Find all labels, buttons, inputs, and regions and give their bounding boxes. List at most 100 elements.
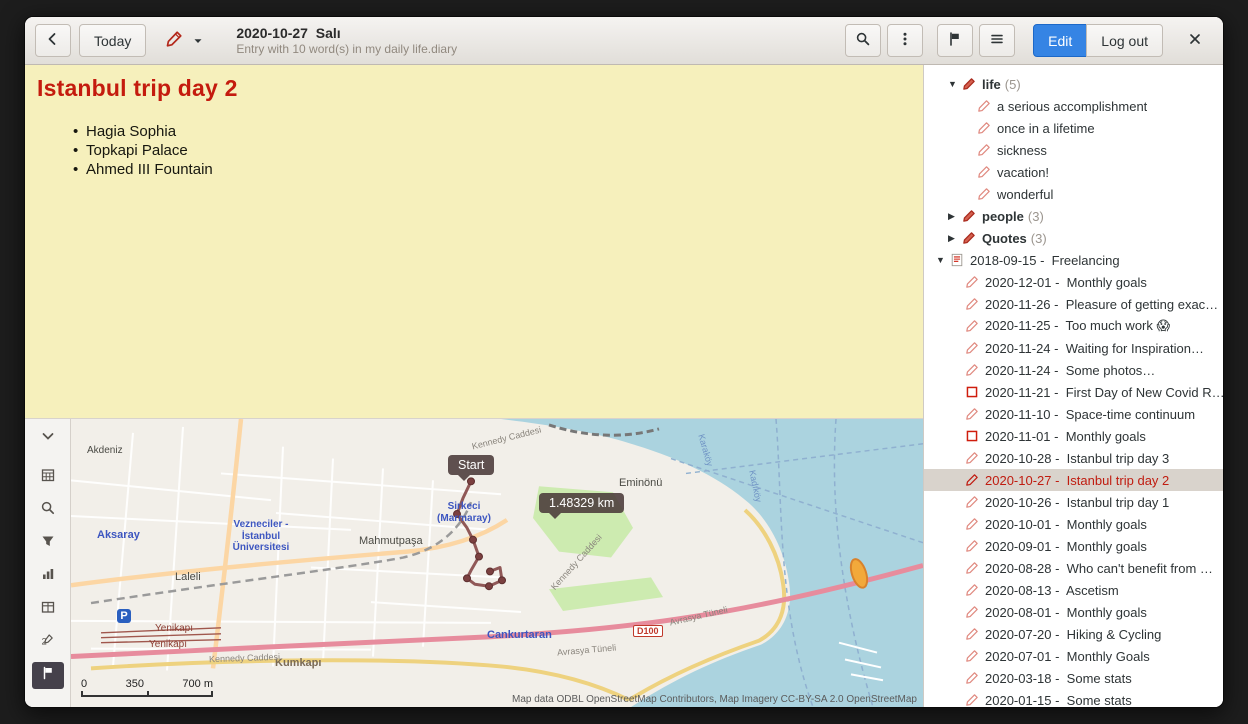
tag-entry-label: wonderful (997, 187, 1053, 202)
red-square-icon (964, 384, 980, 400)
search-tool-button[interactable] (32, 497, 64, 524)
panel-toolbar: 2 (25, 419, 71, 707)
diary-entry-row[interactable]: 2020-10-26 - Istanbul trip day 1 (924, 491, 1223, 513)
pencil-icon (964, 406, 980, 422)
chevron-down-icon (193, 33, 203, 49)
tag-count: (5) (1005, 77, 1021, 92)
diary-entry-row[interactable]: 2020-11-01 - Monthly goals (924, 425, 1223, 447)
pencil-icon (976, 98, 992, 114)
map-canvas[interactable] (71, 419, 923, 707)
diary-entry-label: 2020-12-01 - Monthly goals (985, 275, 1147, 290)
diary-entry-row[interactable]: 2020-11-24 - Waiting for Inspiration… (924, 337, 1223, 359)
diary-entry-row[interactable]: 2020-10-28 - Istanbul trip day 3 (924, 447, 1223, 469)
bar-chart-icon (40, 566, 56, 587)
pencil-icon (964, 582, 980, 598)
diary-entry-row[interactable]: 2020-10-01 - Monthly goals (924, 513, 1223, 535)
diary-entry-row[interactable]: 2020-08-01 - Monthly goals (924, 601, 1223, 623)
calendar-grid-icon (40, 467, 56, 488)
logout-button[interactable]: Log out (1086, 24, 1163, 57)
collapse-panel-button[interactable] (32, 425, 64, 452)
pencil-icon (964, 472, 980, 488)
tag-pencil-icon (961, 230, 977, 246)
tag-entry-row[interactable]: once in a lifetime (924, 117, 1223, 139)
svg-text:2: 2 (41, 637, 46, 648)
diary-entry-row[interactable]: 2020-08-28 - Who can't benefit from … (924, 557, 1223, 579)
filter-tool-button[interactable] (32, 530, 64, 557)
map-scale-bar: 0 350 700 m (81, 678, 213, 697)
edit-menu-button[interactable] (154, 24, 214, 57)
table-tool-button[interactable] (32, 596, 64, 623)
diary-entry-label: 2020-10-28 - Istanbul trip day 3 (985, 451, 1169, 466)
expander-open-icon[interactable]: ▼ (936, 255, 949, 265)
tag-row[interactable]: ▼ life (5) (924, 73, 1223, 95)
calendar-tool-button[interactable] (32, 464, 64, 491)
diary-entry-label: 2020-07-20 - Hiking & Cycling (985, 627, 1161, 642)
close-button[interactable] (1177, 24, 1213, 57)
scale-mid: 350 (126, 678, 144, 690)
diary-entry-label: 2020-10-27 - Istanbul trip day 2 (985, 473, 1169, 488)
today-button[interactable]: Today (79, 24, 146, 57)
entry-title: Istanbul trip day 2 (37, 75, 911, 102)
diary-entry-label: 2020-08-01 - Monthly goals (985, 605, 1147, 620)
diary-entry-label: 2020-11-21 - First Day of New Covid R… (985, 385, 1223, 400)
search-button[interactable] (845, 24, 881, 57)
diary-root-label: 2018-09-15 - Freelancing (970, 253, 1120, 268)
diary-entry-row[interactable]: 2020-07-20 - Hiking & Cycling (924, 623, 1223, 645)
diary-entry-row[interactable]: 2020-12-01 - Monthly goals (924, 271, 1223, 293)
diary-entry-row[interactable]: 2020-08-13 - Ascetism (924, 579, 1223, 601)
diary-entry-row[interactable]: 2020-09-01 - Monthly goals (924, 535, 1223, 557)
pencil-icon (976, 164, 992, 180)
expander-closed-icon[interactable]: ▶ (948, 233, 961, 244)
diary-window: Today 2020-10-27 Salı Entry with 10 word… (24, 16, 1224, 708)
diary-entry-label: 2020-10-26 - Istanbul trip day 1 (985, 495, 1169, 510)
diary-entry-row[interactable]: 2020-11-25 - Too much work 😱 (924, 315, 1223, 337)
pencil-icon (964, 340, 980, 356)
entry-bullet: Ahmed III Fountain (73, 160, 911, 179)
diary-entry-label: 2020-11-01 - Monthly goals (985, 429, 1146, 444)
flag-button[interactable] (937, 24, 973, 57)
diary-entry-row[interactable]: 2020-03-18 - Some stats (924, 667, 1223, 689)
tag-entry-row[interactable]: wonderful (924, 183, 1223, 205)
tag-entry-label: vacation! (997, 165, 1049, 180)
diary-entry-row[interactable]: 2020-11-21 - First Day of New Covid R… (924, 381, 1223, 403)
map-tool-button[interactable] (32, 662, 64, 689)
diary-entry-label: 2020-03-18 - Some stats (985, 671, 1132, 686)
pencil-icon (964, 296, 980, 312)
diary-entry-row[interactable]: 2020-01-15 - Some stats (924, 689, 1223, 707)
diary-entry-row[interactable]: 2020-11-24 - Some photos… (924, 359, 1223, 381)
scale-end: 700 m (182, 678, 213, 690)
tag-count: (3) (1028, 209, 1044, 224)
edit-button[interactable]: Edit (1033, 24, 1087, 57)
tag-entry-row[interactable]: a serious accomplishment (924, 95, 1223, 117)
expander-closed-icon[interactable]: ▶ (948, 211, 961, 222)
diary-entry-row[interactable]: 2020-07-01 - Monthly Goals (924, 645, 1223, 667)
pencil-icon (976, 186, 992, 202)
map-panel: 2 (25, 418, 923, 707)
diary-entry-row[interactable]: 2020-11-10 - Space-time continuum (924, 403, 1223, 425)
diary-entry-row[interactable]: 2020-10-27 - Istanbul trip day 2 (924, 469, 1223, 491)
map-view[interactable]: Akdeniz Kennedy Caddesi Eminönü Sirkeci … (71, 419, 923, 707)
tag-row[interactable]: ▶Quotes(3) (924, 227, 1223, 249)
expander-open-icon[interactable]: ▼ (948, 79, 961, 89)
pencil-icon (964, 516, 980, 532)
tag-entry-row[interactable]: vacation! (924, 161, 1223, 183)
edit-logout-group: Edit Log out (1033, 24, 1163, 57)
tag-label: life (982, 77, 1001, 92)
pencil-icon (964, 692, 980, 707)
more-options-button[interactable] (887, 24, 923, 57)
page-title: 2020-10-27 Salı (236, 25, 457, 41)
main-menu-button[interactable] (979, 24, 1015, 57)
statistics-tool-button[interactable] (32, 563, 64, 590)
annotation-tool-button[interactable]: 2 (32, 629, 64, 656)
pencil-icon (976, 142, 992, 158)
table-icon (40, 599, 56, 620)
entry-view[interactable]: Istanbul trip day 2 Hagia SophiaTopkapi … (25, 65, 923, 418)
tag-row[interactable]: ▶people(3) (924, 205, 1223, 227)
diary-entry-row[interactable]: 2020-11-26 - Pleasure of getting exac… (924, 293, 1223, 315)
entry-bullet: Topkapi Palace (73, 141, 911, 160)
tag-entry-label: a serious accomplishment (997, 99, 1147, 114)
diary-root-row[interactable]: ▼ 2018-09-15 - Freelancing (924, 249, 1223, 271)
tag-entry-row[interactable]: sickness (924, 139, 1223, 161)
back-button[interactable] (35, 24, 71, 57)
header-title-block: 2020-10-27 Salı Entry with 10 word(s) in… (236, 25, 457, 56)
